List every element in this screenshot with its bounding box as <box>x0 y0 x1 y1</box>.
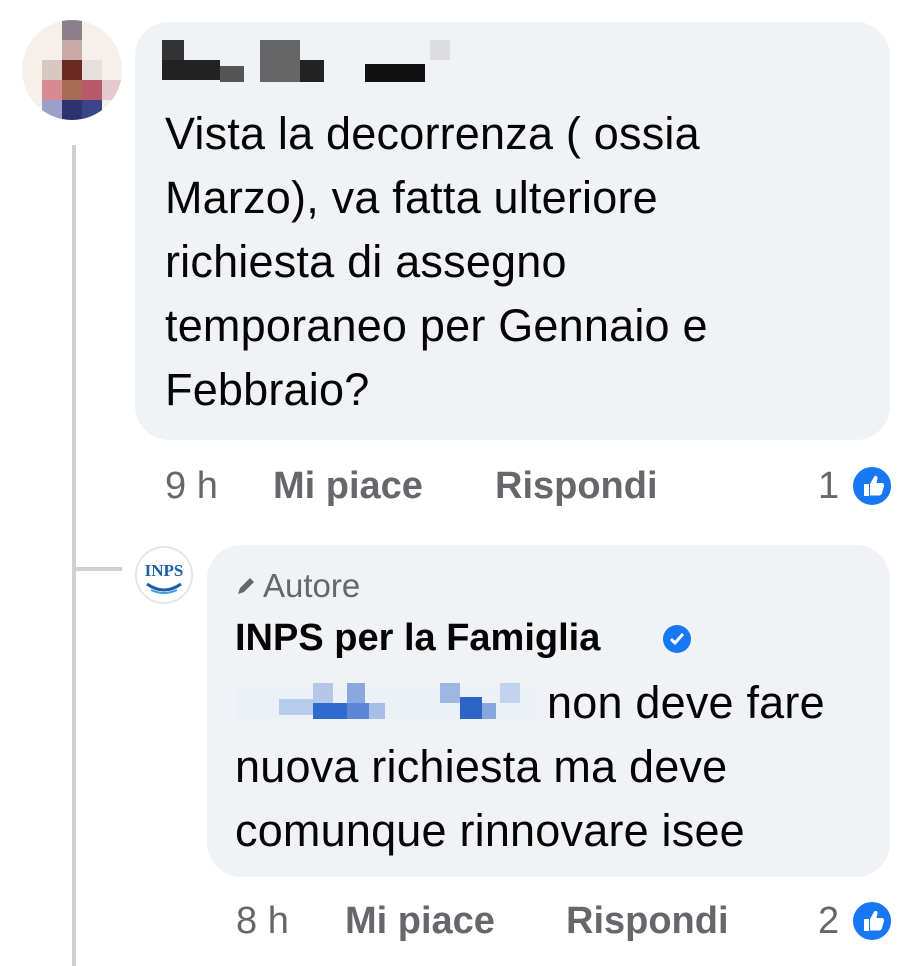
comment-text-line-2: Marzo), va fatta ulteriore <box>165 172 658 223</box>
reply-text-line-1: non deve fare <box>547 677 825 728</box>
comment-reply-button[interactable]: Rispondi <box>495 465 658 508</box>
reply-timestamp[interactable]: 8 h <box>236 900 289 943</box>
comment-text-line-5: Febbraio? <box>165 364 370 415</box>
comment-bubble: Vista la decorrenza ( ossia Marzo), va f… <box>135 22 890 440</box>
comment-text-line-4: temporaneo per Gennaio e <box>165 300 708 351</box>
comment-timestamp[interactable]: 9 h <box>165 465 218 508</box>
svg-text:INPS: INPS <box>145 561 184 580</box>
reply-like-button[interactable]: Mi piace <box>345 900 495 943</box>
page-name-link[interactable]: INPS per la Famiglia <box>235 617 600 660</box>
comment-reaction-count[interactable]: 1 <box>818 465 839 508</box>
inps-avatar[interactable]: INPS <box>135 546 193 604</box>
mentioned-user-censored[interactable] <box>235 677 540 727</box>
reply-reaction-count[interactable]: 2 <box>818 900 839 943</box>
like-reaction-icon <box>850 899 894 943</box>
reply-bubble: Autore INPS per la Famiglia non deve far… <box>207 545 890 877</box>
reply-reply-button[interactable]: Rispondi <box>566 900 729 943</box>
reply-text-line-2: nuova richiesta ma deve <box>235 741 728 792</box>
thread-line-vertical <box>72 145 76 966</box>
reply-text-line-3: comunque rinnovare isee <box>235 805 745 856</box>
comment-text-line-1: Vista la decorrenza ( ossia <box>165 108 700 159</box>
like-reaction-icon <box>850 464 894 508</box>
verified-badge-icon <box>663 625 691 653</box>
thread-line-branch <box>72 567 122 571</box>
commenter-avatar[interactable] <box>22 20 122 120</box>
inps-logo-icon: INPS <box>145 561 184 594</box>
author-badge: Autore <box>235 567 360 605</box>
pencil-icon <box>235 567 263 605</box>
comment-text-line-3: richiesta di assegno <box>165 236 567 287</box>
commenter-name-censored[interactable] <box>160 40 450 90</box>
author-label: Autore <box>263 567 361 604</box>
comment-like-button[interactable]: Mi piace <box>273 465 423 508</box>
